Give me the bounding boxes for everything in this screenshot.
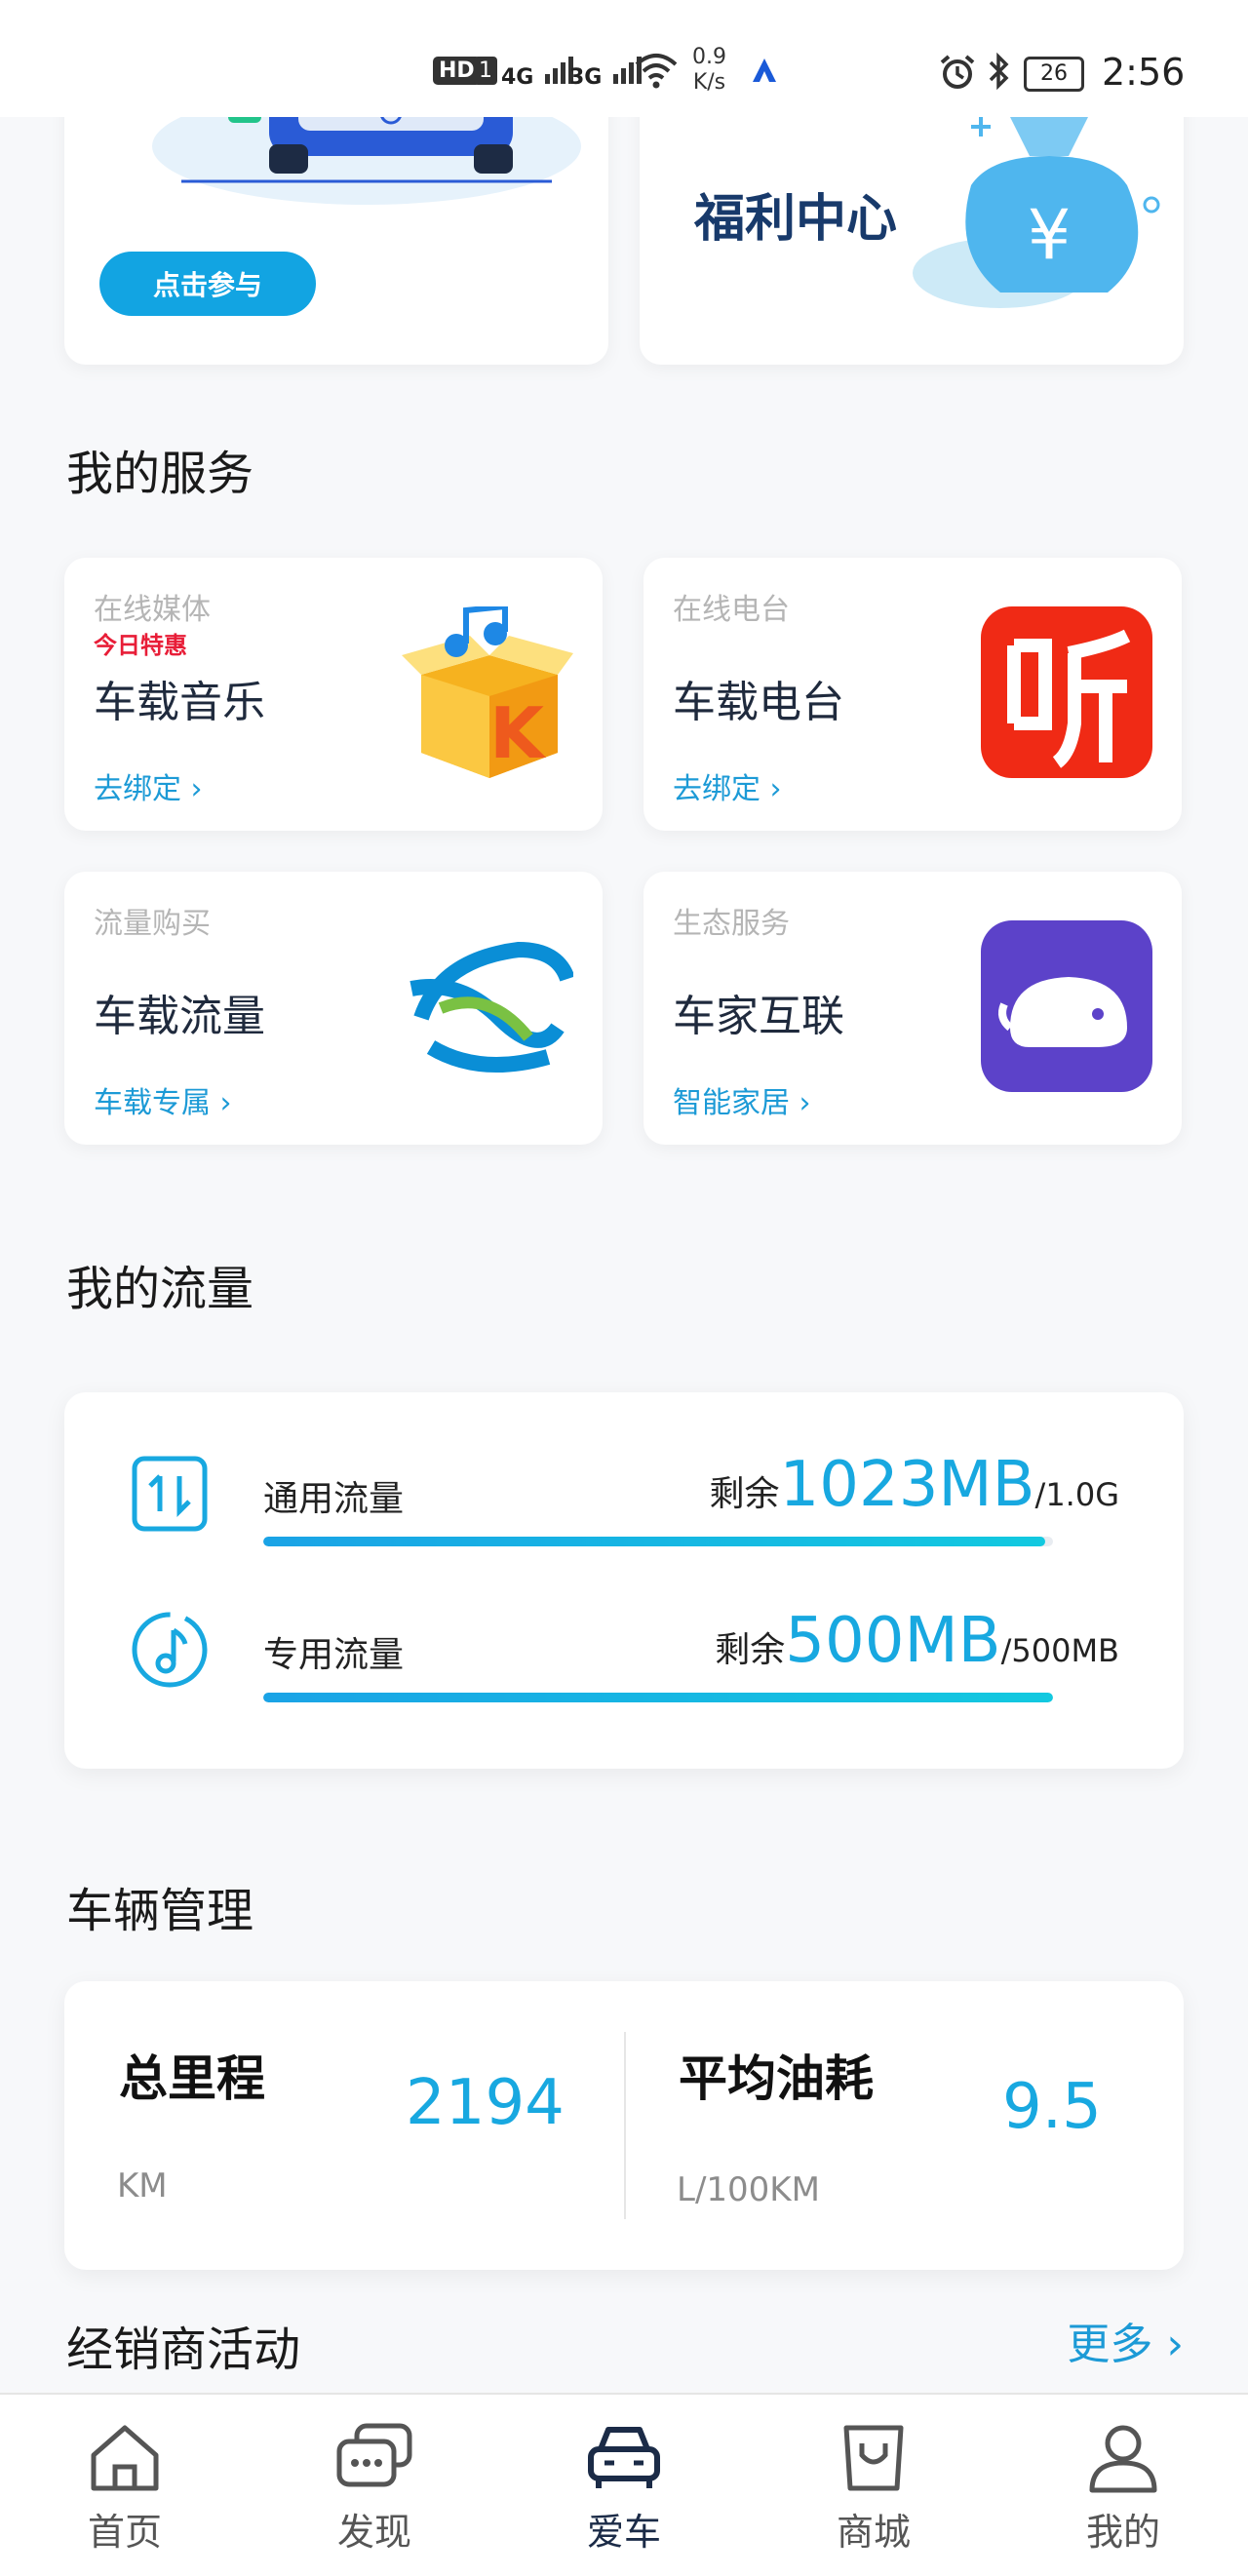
tab-profile[interactable]: 我的: [1045, 2395, 1201, 2576]
tab-label: 我的: [1085, 2511, 1160, 2554]
tab-home[interactable]: 首页: [47, 2395, 203, 2576]
signal-3g-icon: 3G: [569, 51, 642, 93]
shopping-bag-icon: [843, 2425, 904, 2491]
service-category: 在线电台: [673, 593, 790, 627]
traffic-label: 通用流量: [263, 1479, 405, 1519]
service-category: 生态服务: [673, 907, 790, 941]
ting-radio-icon: [981, 606, 1152, 778]
network-speed: 0.9 K/s: [692, 45, 726, 95]
traffic-remaining: 剩余500MB/500MB: [715, 1605, 1119, 1677]
general-traffic-row[interactable]: 通用流量 剩余1023MB/1.0G: [64, 1449, 1184, 1566]
mileage-value: 2194: [406, 2067, 565, 2139]
traffic-progress-bar: [263, 1693, 1053, 1702]
tab-label: 商城: [836, 2511, 911, 2554]
traffic-progress-fill: [263, 1693, 1053, 1702]
app-notification-icon: [753, 59, 776, 82]
traffic-remaining: 剩余1023MB/1.0G: [709, 1449, 1119, 1521]
mileage-title: 总里程: [119, 2050, 265, 2107]
service-card-music[interactable]: 在线媒体 今日特惠 车载音乐 去绑定 › K: [64, 558, 603, 831]
alarm-icon: [940, 55, 975, 89]
sim-indicator: 1: [474, 57, 497, 85]
wifi-icon: [635, 54, 678, 89]
status-bar: HD 1 4G 3G 0.9 K/s 26 2:56: [0, 0, 1248, 117]
fuel-value: 9.5: [1002, 2071, 1102, 2143]
exclusive-link[interactable]: 车载专属 ›: [94, 1078, 232, 1121]
clock: 2:56: [1102, 51, 1186, 94]
bind-link[interactable]: 去绑定 ›: [94, 764, 203, 807]
fuel-title: 平均油耗: [679, 2050, 874, 2107]
more-link[interactable]: 更多 ›: [1067, 2309, 1184, 2371]
car-icon: [588, 2427, 660, 2488]
service-card-smart-home[interactable]: 生态服务 车家互联 智能家居 ›: [644, 872, 1182, 1145]
dealer-section-title: 经销商活动: [66, 2322, 301, 2377]
vehicle-card[interactable]: 总里程 2194 KM 平均油耗 9.5 L/100KM: [64, 1981, 1184, 2270]
whale-app-icon: [981, 920, 1152, 1092]
tab-my-car[interactable]: 爱车: [546, 2395, 702, 2576]
profile-icon: [1089, 2425, 1157, 2493]
home-icon: [91, 2425, 159, 2491]
tab-label: 爱车: [586, 2511, 661, 2554]
china-mobile-logo-icon: [406, 924, 573, 1088]
divider: [624, 2032, 626, 2219]
service-card-traffic[interactable]: 流量购买 车载流量 车载专属 ›: [64, 872, 603, 1145]
service-name: 车载电台: [673, 678, 844, 727]
bind-link[interactable]: 去绑定 ›: [673, 764, 782, 807]
mileage-unit: KM: [117, 2166, 168, 2205]
svg-text:K: K: [489, 692, 546, 774]
service-card-radio[interactable]: 在线电台 车载电台 去绑定 ›: [644, 558, 1182, 831]
fuel-unit: L/100KM: [677, 2170, 820, 2209]
vehicle-section-title: 车辆管理: [66, 1884, 254, 1938]
bottom-tab-bar: 首页 发现 爱车 商城 我的: [0, 2393, 1248, 2576]
service-category: 流量购买: [94, 907, 211, 941]
tab-discover[interactable]: 发现: [296, 2395, 452, 2576]
traffic-progress-fill: [263, 1537, 1045, 1546]
svg-text:¥: ¥: [1028, 195, 1072, 275]
discover-chat-icon: [336, 2423, 412, 2487]
smart-home-link[interactable]: 智能家居 ›: [673, 1078, 811, 1121]
service-name: 车载音乐: [94, 678, 265, 727]
bluetooth-icon: [989, 52, 1009, 91]
tab-label: 发现: [336, 2511, 411, 2554]
promo-badge: 今日特惠: [94, 632, 187, 659]
dedicated-traffic-row[interactable]: 专用流量 剩余500MB/500MB: [64, 1605, 1184, 1722]
tab-mall[interactable]: 商城: [796, 2395, 952, 2576]
traffic-section-title: 我的流量: [66, 1262, 254, 1316]
join-button[interactable]: 点击参与: [99, 252, 316, 316]
service-category: 在线媒体: [94, 593, 211, 627]
data-transfer-icon: [132, 1456, 208, 1532]
service-name: 车家互联: [673, 992, 844, 1041]
tab-label: 首页: [87, 2511, 162, 2554]
kuwo-music-box-icon: K: [402, 606, 573, 778]
battery-indicator: 26: [1024, 57, 1084, 92]
traffic-progress-bar: [263, 1537, 1053, 1546]
signal-4g-icon: 4G: [501, 51, 573, 93]
service-name: 车载流量: [94, 992, 265, 1041]
welfare-center-title: 福利中心: [694, 190, 898, 249]
services-section-title: 我的服务: [66, 447, 254, 501]
traffic-card: 通用流量 剩余1023MB/1.0G 专用流量 剩余500MB/500MB: [64, 1392, 1184, 1769]
traffic-label: 专用流量: [263, 1635, 405, 1675]
music-note-icon: [132, 1612, 208, 1688]
